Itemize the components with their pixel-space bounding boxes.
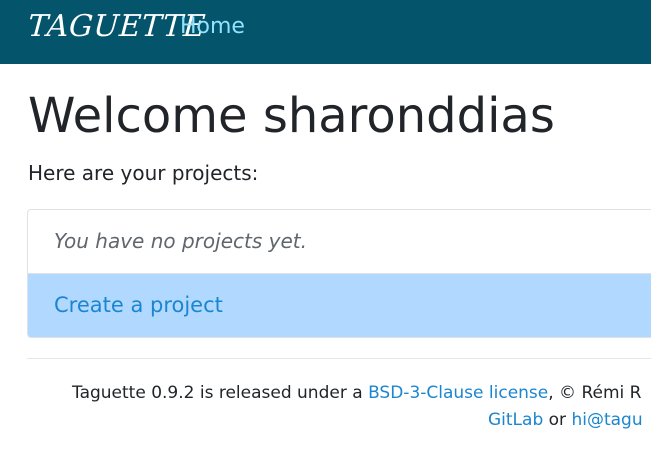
project-list: You have no projects yet. Create a proje… (27, 209, 651, 338)
projects-subtitle: Here are your projects: (28, 161, 259, 185)
footer-license-line: Taguette 0.9.2 is released under a BSD-3… (72, 383, 641, 403)
empty-projects-item: You have no projects yet. (28, 210, 651, 274)
footer-divider (27, 358, 651, 359)
create-project-link[interactable]: Create a project (54, 293, 223, 317)
nav-home-link[interactable]: Home (180, 14, 245, 39)
footer-or-text: or (543, 410, 572, 430)
footer-contact-line: GitLab or hi@tagu (488, 410, 643, 430)
license-link[interactable]: BSD-3-Clause license (368, 383, 548, 403)
create-project-item[interactable]: Create a project (28, 274, 651, 337)
footer-text-prefix: Taguette 0.9.2 is released under a (72, 383, 369, 403)
email-link[interactable]: hi@tagu (571, 410, 642, 430)
top-navbar: TAGUETTE Home (0, 0, 651, 64)
footer-copyright-text: , © Rémi R (548, 383, 642, 403)
page-title: Welcome sharonddias (28, 88, 555, 144)
gitlab-link[interactable]: GitLab (488, 410, 543, 430)
empty-projects-message: You have no projects yet. (54, 229, 307, 253)
